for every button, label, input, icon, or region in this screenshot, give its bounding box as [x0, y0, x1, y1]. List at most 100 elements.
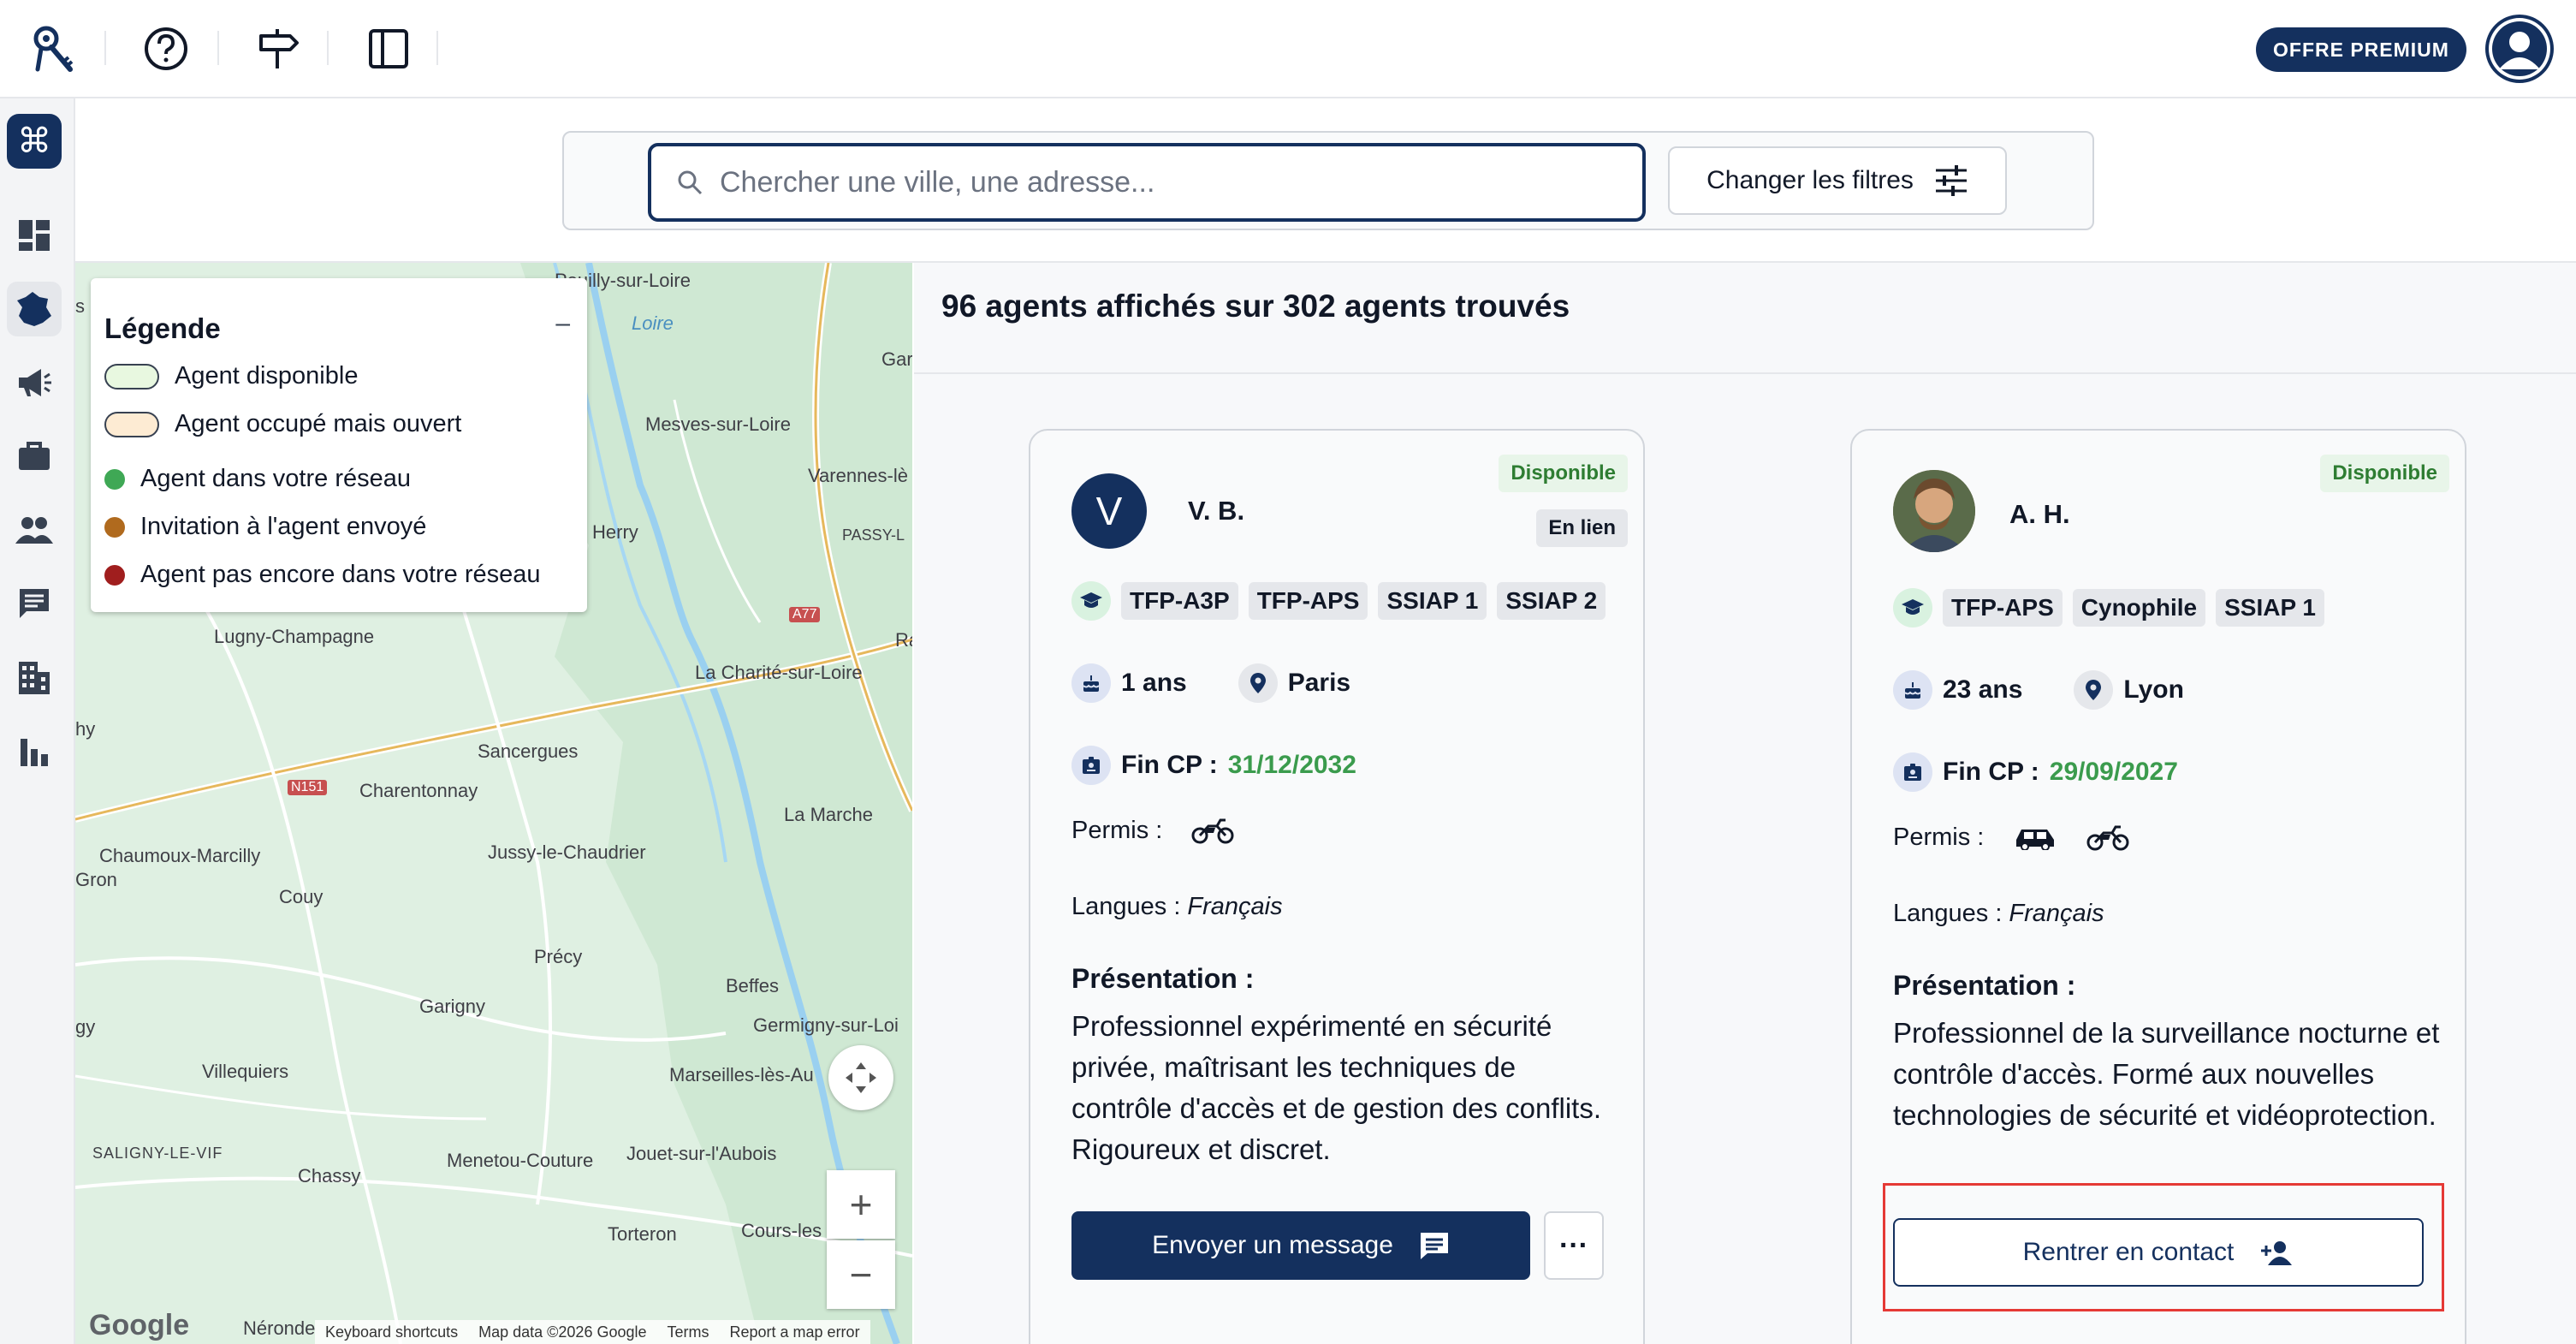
signpost-icon[interactable] — [250, 21, 305, 76]
permis-label: Permis : — [1071, 816, 1163, 844]
megaphone-icon[interactable] — [7, 355, 62, 410]
legend-item: Agent dans votre réseau — [104, 465, 411, 493]
briefcase-icon[interactable] — [7, 429, 62, 484]
user-avatar[interactable] — [2485, 15, 2554, 83]
legend-label: Agent dans votre réseau — [140, 465, 411, 492]
map-place-label: s — [75, 295, 85, 317]
legend-label: Agent occupé mais ouvert — [175, 410, 462, 437]
graduation-cap-icon — [1893, 588, 1932, 627]
map-attribution: Keyboard shortcuts Map data ©2026 Google… — [315, 1320, 870, 1344]
zoom-out-button[interactable]: − — [827, 1240, 895, 1309]
agent-card[interactable]: Disponible En lien V V. B. TFP-A3P TFP-A… — [1029, 429, 1645, 1344]
legend-item: Agent pas encore dans votre réseau — [104, 561, 541, 589]
search-field[interactable] — [648, 143, 1646, 222]
certification-tag: TFP-APS — [1248, 582, 1368, 620]
map-road-label: A77 — [789, 607, 821, 622]
presentation-text: Professionnel de la surveillance nocturn… — [1893, 1017, 2440, 1131]
map-view[interactable]: Pouilly-sur-Loire Loire Gar Mesves-sur-L… — [75, 263, 912, 1344]
map-place-label: hy — [75, 718, 96, 740]
legend-collapse-button[interactable]: – — [555, 309, 570, 338]
agent-name: V. B. — [1188, 496, 1245, 526]
change-filters-button[interactable]: Changer les filtres — [1668, 146, 2007, 215]
id-badge-icon — [1893, 752, 1932, 792]
map-place-label: Ra — [895, 629, 912, 651]
help-icon[interactable] — [139, 21, 193, 76]
sidebar-toggle-icon[interactable] — [361, 21, 416, 76]
people-icon[interactable] — [7, 503, 62, 557]
sliders-icon — [1935, 165, 1967, 196]
map-place-label: Lugny-Champagne — [214, 626, 375, 647]
map-place-label: Garigny — [419, 996, 486, 1017]
presentation-title: Présentation : — [1893, 970, 2076, 1001]
map-place-label: Varennes-lè — [808, 465, 908, 486]
agent-city: Lyon — [2123, 675, 2184, 704]
send-message-button[interactable]: Envoyer un message — [1071, 1211, 1530, 1280]
legend-title: Légende — [104, 312, 221, 344]
langues-row: Langues : Français — [1071, 893, 1283, 921]
legend-item: Invitation à l'agent envoyé — [104, 513, 426, 541]
map-road-label: N151 — [288, 780, 328, 795]
legend-label: Agent pas encore dans votre réseau — [140, 561, 541, 588]
map-place-label: Herry — [592, 521, 638, 543]
map-place-label: Cours-les — [741, 1220, 822, 1241]
map-place-label: Sancergues — [478, 740, 579, 762]
move-arrows-icon — [846, 1062, 876, 1093]
search-input[interactable] — [720, 165, 1576, 199]
map-place-label: PASSY-L — [842, 526, 905, 544]
certifications-row: TFP-APS Cynophile SSIAP 1 — [1893, 588, 2324, 627]
map-place-label: Germigny-sur-Loi — [753, 1014, 899, 1036]
results-count: 96 agents affichés sur 302 agents trouvé… — [941, 288, 1570, 324]
sidebar: ⌘ — [0, 98, 75, 1344]
results-panel: 96 agents affichés sur 302 agents trouvé… — [914, 263, 2576, 1344]
map-place-label: Villequiers — [202, 1061, 289, 1082]
map-place-label: Jouet-sur-l'Aubois — [626, 1143, 777, 1164]
divider — [327, 31, 329, 65]
legend-dot — [104, 516, 125, 538]
fin-cp-date: 31/12/2032 — [1227, 751, 1356, 779]
dashboard-icon[interactable] — [7, 208, 62, 263]
map-place-label: Gar — [881, 348, 912, 370]
map-place-label: Précy — [534, 946, 583, 967]
status-badge: Disponible — [2320, 455, 2449, 492]
langues-value: Français — [2009, 900, 2104, 927]
map-france-icon[interactable] — [7, 282, 62, 336]
legend-swatch — [104, 411, 159, 437]
building-icon[interactable] — [7, 650, 62, 705]
presentation-title: Présentation : — [1071, 963, 1255, 994]
map-place-label: Menetou-Couture — [447, 1150, 594, 1171]
recenter-button[interactable] — [828, 1045, 893, 1110]
permis-row: Permis : — [1893, 823, 2129, 852]
map-place-label: Gron — [75, 869, 117, 890]
command-icon[interactable]: ⌘ — [7, 114, 62, 169]
map-place-label: Jussy-le-Chaudrier — [488, 841, 646, 863]
top-bar: OFFRE PREMIUM — [0, 0, 2576, 98]
map-place-label: Chaumoux-Marcilly — [99, 845, 261, 866]
age-city-row: 23 ans Lyon — [1893, 670, 2184, 710]
premium-button[interactable]: OFFRE PREMIUM — [2256, 27, 2466, 72]
report-map-error-link[interactable]: Report a map error — [730, 1323, 860, 1341]
status-badge: Disponible — [1499, 455, 1628, 492]
location-pin-icon — [1238, 663, 1278, 703]
avatar: V — [1071, 473, 1147, 549]
send-message-label: Envoyer un message — [1152, 1231, 1393, 1259]
keyboard-shortcuts-link[interactable]: Keyboard shortcuts — [325, 1323, 458, 1341]
logo-keys-icon[interactable] — [26, 21, 80, 76]
more-options-button[interactable]: ··· — [1544, 1211, 1604, 1280]
bar-chart-icon[interactable] — [7, 723, 62, 778]
profile-photo — [1893, 470, 1975, 552]
map-data-text: Map data ©2026 Google — [478, 1323, 647, 1341]
terms-link[interactable]: Terms — [668, 1323, 709, 1341]
zoom-in-button[interactable]: + — [827, 1170, 895, 1239]
chat-icon[interactable] — [7, 576, 62, 631]
divider — [436, 31, 438, 65]
langues-value: Français — [1187, 893, 1283, 920]
link-badge: En lien — [1536, 509, 1628, 547]
agent-name: A. H. — [2009, 499, 2070, 529]
search-bar: Changer les filtres — [562, 131, 2094, 230]
map-place-label: Marseilles-lès-Au — [669, 1064, 814, 1085]
map-place-label: Chassy — [298, 1165, 361, 1186]
certification-tag: SSIAP 1 — [1378, 582, 1487, 620]
avatar — [1893, 470, 1975, 552]
certifications-row: TFP-A3P TFP-APS SSIAP 1 SSIAP 2 — [1071, 581, 1606, 621]
agent-age: 23 ans — [1943, 675, 2023, 704]
